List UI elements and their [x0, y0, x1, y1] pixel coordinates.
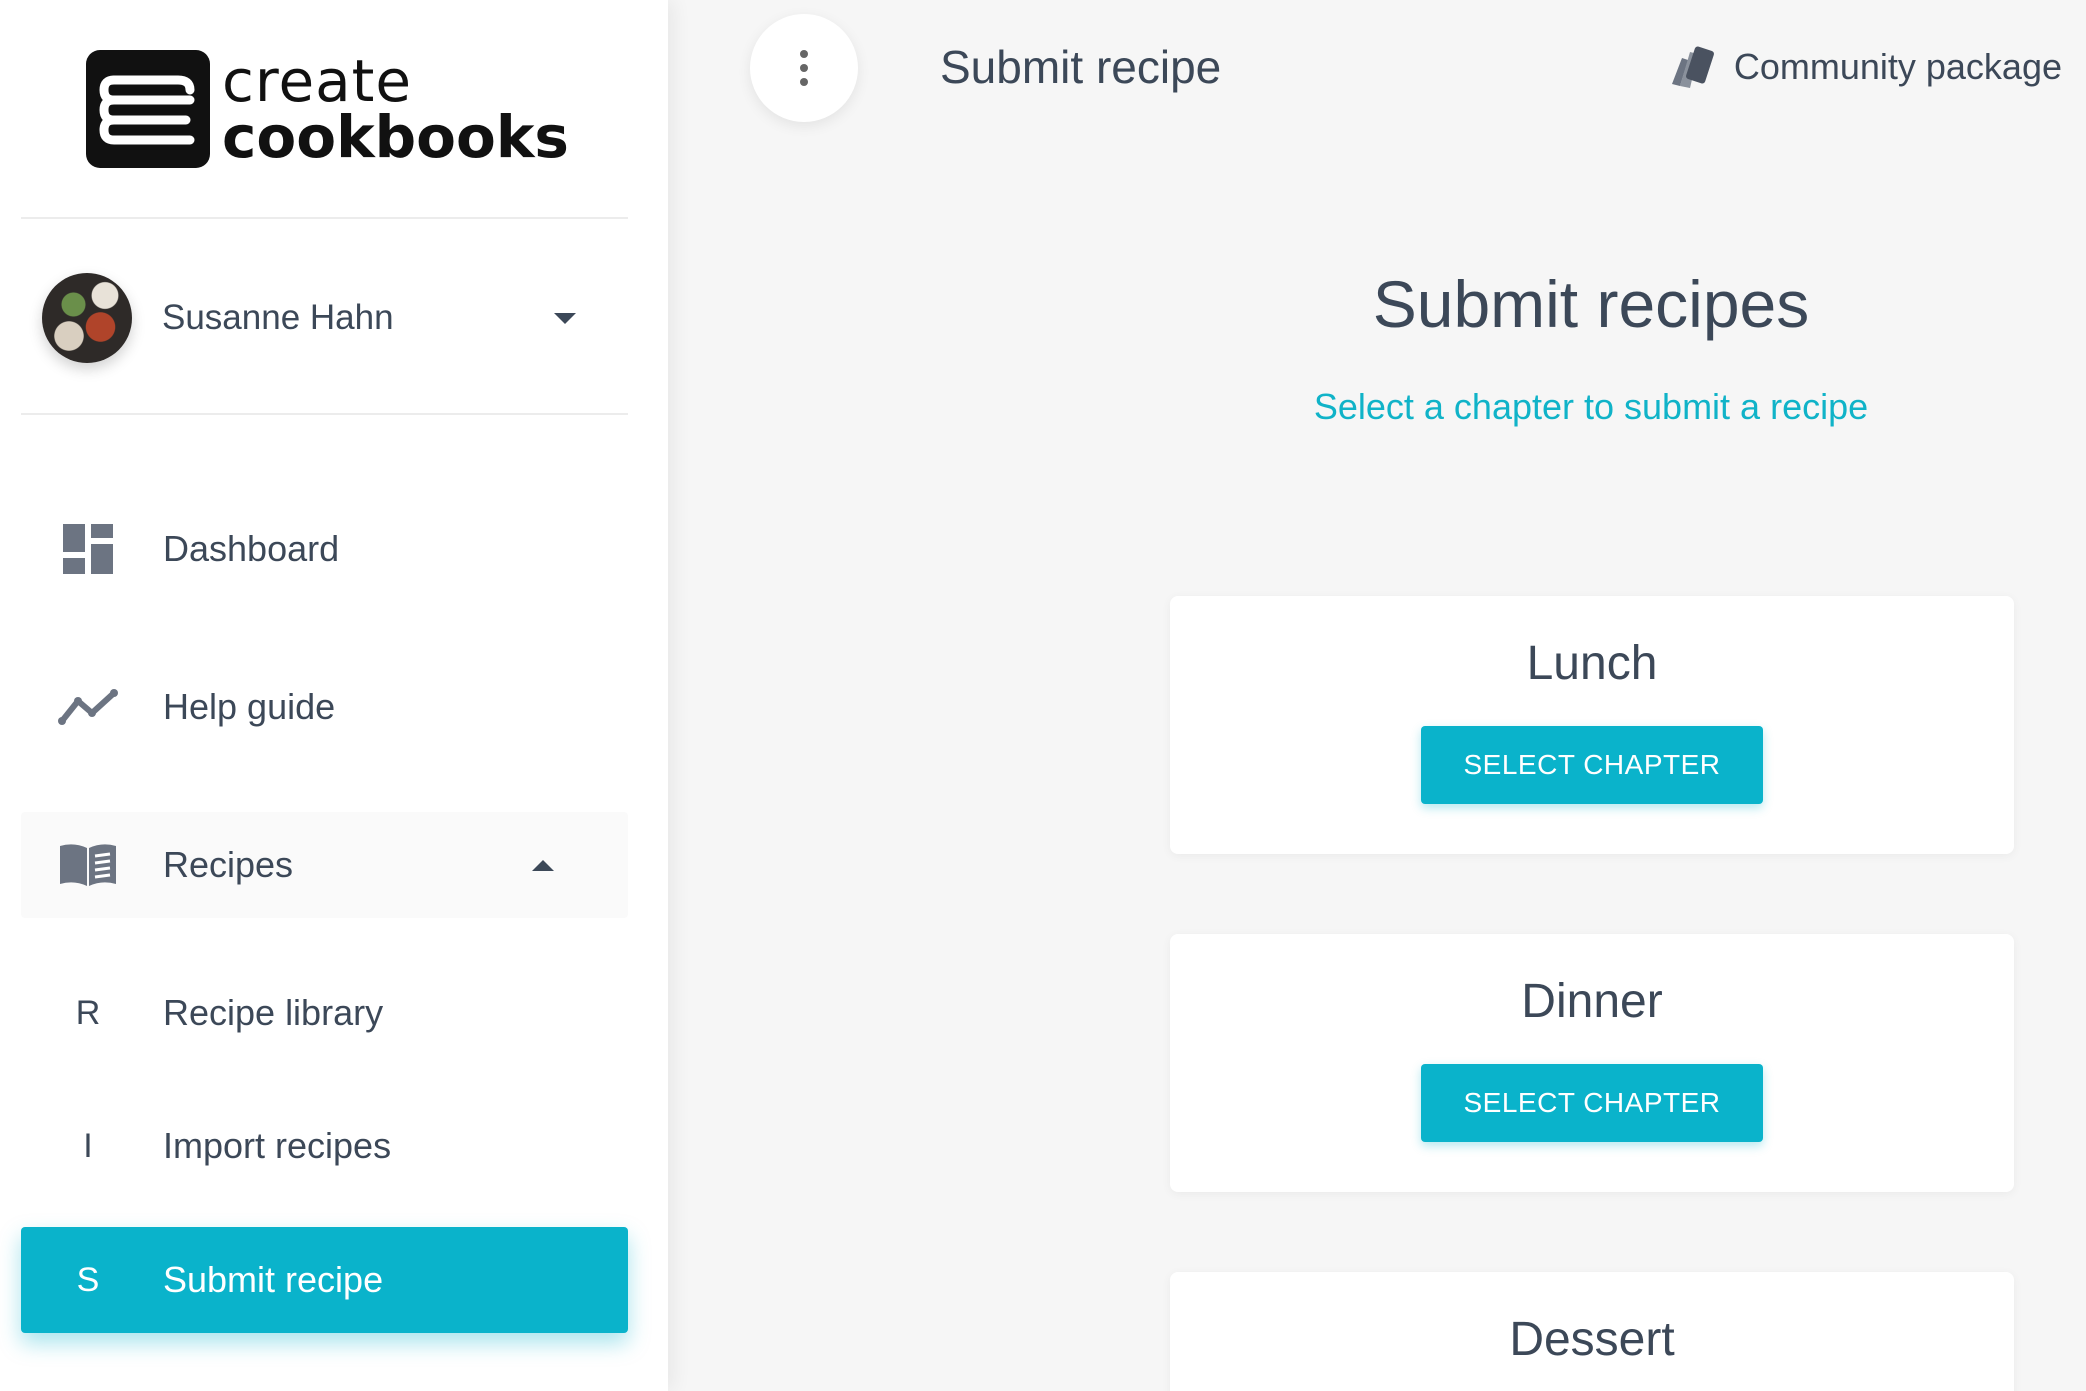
sidebar-item-letter: I — [83, 1126, 93, 1165]
user-menu[interactable]: Susanne Hahn — [42, 272, 608, 364]
sidebar-item-label: Help guide — [163, 686, 336, 727]
sidebar-item-label: Recipe library — [163, 992, 384, 1033]
book-icon — [57, 842, 119, 888]
divider — [21, 217, 628, 219]
select-chapter-button[interactable]: SELECT CHAPTER — [1421, 726, 1763, 804]
avatar — [42, 273, 132, 363]
user-name: Susanne Hahn — [162, 298, 394, 337]
chapter-name: Dessert — [1509, 1313, 1675, 1366]
page-title: Submit recipe — [940, 41, 1222, 93]
logo-books-icon — [86, 50, 210, 168]
chapter-card: Lunch SELECT CHAPTER — [1170, 596, 2014, 854]
brand-logo[interactable]: create cookbooks — [86, 50, 569, 168]
sidebar-toggle-button[interactable] — [750, 14, 858, 122]
caret-up-icon — [532, 859, 554, 871]
sidebar: create cookbooks Susanne Hahn Dashboard — [0, 0, 668, 1391]
sidebar-item-help-guide[interactable]: Help guide — [21, 654, 628, 760]
caret-down-icon — [554, 312, 576, 324]
chapter-card: Dessert — [1170, 1272, 2014, 1391]
sidebar-item-letter: R — [75, 993, 101, 1032]
sidebar-item-letter: S — [76, 1260, 100, 1299]
dashboard-icon — [57, 524, 119, 574]
main-subheading: Select a chapter to submit a recipe — [1313, 386, 1869, 427]
brand-line2: cookbooks — [222, 103, 569, 171]
community-package-link[interactable]: Community package — [1668, 44, 2062, 90]
brand-line1: create — [222, 47, 413, 115]
select-chapter-button[interactable]: SELECT CHAPTER — [1421, 1064, 1763, 1142]
community-package-label: Community package — [1733, 46, 2062, 87]
sidebar-item-dashboard[interactable]: Dashboard — [21, 496, 628, 602]
chapter-name: Lunch — [1526, 637, 1658, 690]
main-heading: Submit recipes — [1372, 267, 1810, 341]
trend-line-icon — [57, 687, 119, 727]
vertical-dots-icon — [800, 78, 808, 86]
vertical-dots-icon — [800, 50, 808, 58]
swatch-icon — [1671, 46, 1714, 88]
sidebar-item-label: Dashboard — [163, 528, 340, 569]
sidebar-item-label: Recipes — [163, 844, 294, 885]
chapter-name: Dinner — [1521, 975, 1663, 1028]
vertical-dots-icon — [800, 64, 808, 72]
divider — [21, 413, 628, 415]
chapter-card: Dinner SELECT CHAPTER — [1170, 934, 2014, 1192]
sidebar-item-label: Import recipes — [163, 1125, 392, 1166]
brand-wordmark: create cookbooks — [222, 52, 569, 166]
sidebar-item-import-recipes[interactable]: I Import recipes — [21, 1093, 628, 1199]
sidebar-item-submit-recipe[interactable]: S Submit recipe — [21, 1227, 628, 1333]
sidebar-item-recipe-library[interactable]: R Recipe library — [21, 960, 628, 1066]
sidebar-item-label: Submit recipe — [163, 1259, 384, 1300]
sidebar-item-recipes[interactable]: Recipes — [21, 812, 628, 918]
